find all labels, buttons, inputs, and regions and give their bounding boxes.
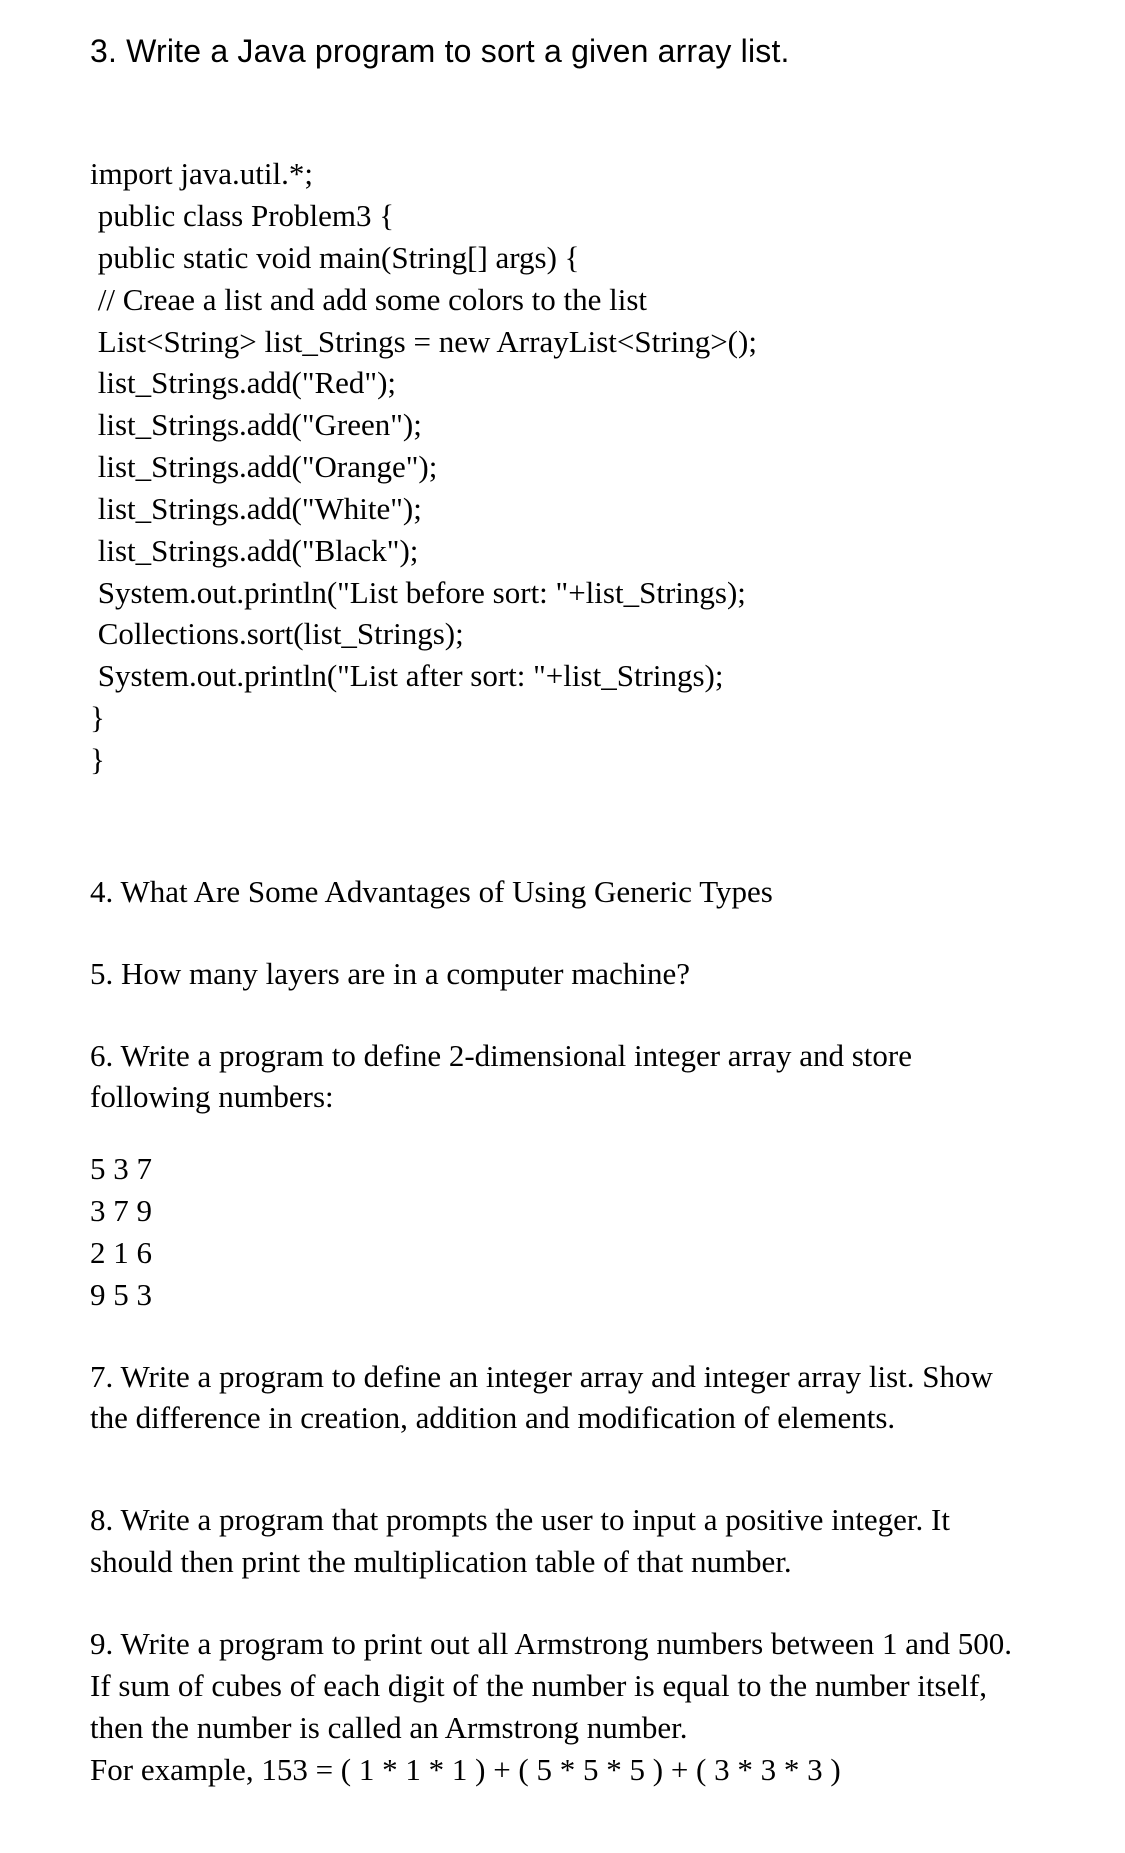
question-4: 4. What Are Some Advantages of Using Gen… [90, 871, 1035, 913]
question-8: 8. Write a program that prompts the user… [90, 1499, 1035, 1583]
code-block-problem3: import java.util.*; public class Problem… [90, 153, 1035, 781]
question-6: 6. Write a program to define 2-dimension… [90, 1035, 1035, 1119]
question-6-matrix: 5 3 7 3 7 9 2 1 6 9 5 3 [90, 1148, 1035, 1315]
question-9-example: For example, 153 = ( 1 * 1 * 1 ) + ( 5 *… [90, 1749, 1035, 1791]
question-9: 9. Write a program to print out all Arms… [90, 1623, 1035, 1749]
question-3-heading: 3. Write a Java program to sort a given … [90, 30, 1035, 73]
document-page: 3. Write a Java program to sort a given … [0, 0, 1125, 1830]
question-5: 5. How many layers are in a computer mac… [90, 953, 1035, 995]
question-7: 7. Write a program to define an integer … [90, 1356, 1035, 1440]
